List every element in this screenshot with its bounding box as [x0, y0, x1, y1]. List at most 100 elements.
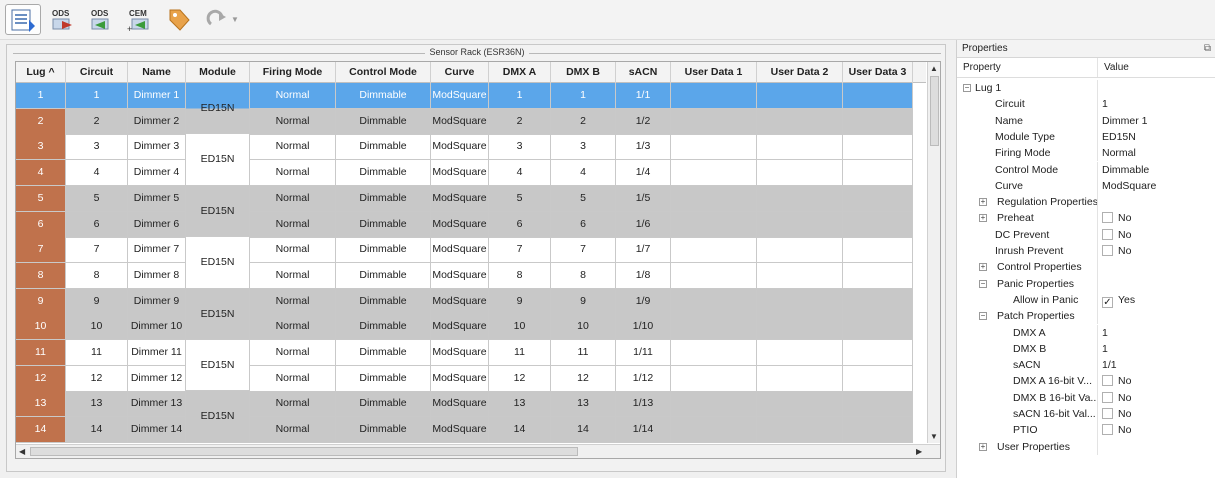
expand-icon[interactable]: +: [979, 214, 987, 223]
user-data-2-cell[interactable]: [757, 417, 843, 443]
column-header-dmx-b[interactable]: DMX B: [551, 62, 616, 83]
control-mode-cell[interactable]: Dimmable: [336, 185, 431, 212]
dmx-a-cell[interactable]: 11: [489, 340, 551, 366]
curve-cell[interactable]: ModSquare: [431, 108, 489, 135]
lug-cell[interactable]: 9: [16, 288, 66, 315]
property-row[interactable]: Firing Mode Normal: [957, 145, 1215, 162]
dmx-a-cell[interactable]: 10: [489, 314, 551, 341]
circuit-cell[interactable]: 12: [66, 365, 128, 392]
firing-mode-cell[interactable]: Normal: [250, 314, 336, 341]
user-data-3-cell[interactable]: [843, 365, 913, 392]
user-data-2-cell[interactable]: [757, 134, 843, 161]
table-row[interactable]: 7 7 Dimmer 7 Normal Dimmable ModSquare 7 7 1/7: [16, 237, 926, 264]
property-value[interactable]: 1: [1098, 96, 1215, 112]
user-data-3-cell[interactable]: [843, 134, 913, 161]
curve-cell[interactable]: ModSquare: [431, 185, 489, 212]
user-data-1-cell[interactable]: [671, 391, 757, 418]
dmx-a-cell[interactable]: 14: [489, 417, 551, 443]
property-row[interactable]: DMX B 1: [957, 340, 1215, 358]
checkbox[interactable]: [1102, 391, 1113, 403]
property-row[interactable]: Name Dimmer 1: [957, 112, 1215, 129]
curve-cell[interactable]: ModSquare: [431, 417, 489, 443]
table-row[interactable]: 6 6 Dimmer 6 Normal Dimmable ModSquare 6 6 1/6: [16, 211, 926, 238]
sacn-cell[interactable]: 1/8: [616, 262, 671, 289]
dmx-a-cell[interactable]: 9: [489, 288, 551, 315]
property-value[interactable]: No: [1098, 210, 1215, 226]
property-value[interactable]: [1098, 276, 1215, 292]
collapse-icon[interactable]: −: [979, 279, 987, 288]
curve-cell[interactable]: ModSquare: [431, 314, 489, 341]
dmx-b-cell[interactable]: 4: [551, 160, 616, 187]
name-cell[interactable]: Dimmer 8: [128, 262, 186, 289]
property-value[interactable]: [1098, 80, 1215, 96]
column-header-firing-mode[interactable]: Firing Mode: [250, 62, 336, 83]
firing-mode-cell[interactable]: Normal: [250, 417, 336, 443]
lug-cell[interactable]: 12: [16, 365, 66, 392]
property-row[interactable]: DMX A 1: [957, 324, 1215, 341]
property-row[interactable]: − Patch Properties: [957, 308, 1215, 325]
property-value[interactable]: [1098, 308, 1215, 324]
property-value[interactable]: [1098, 439, 1215, 455]
sacn-cell[interactable]: 1/14: [616, 417, 671, 443]
property-value[interactable]: [1098, 194, 1215, 210]
name-cell[interactable]: Dimmer 1: [128, 83, 186, 109]
property-value[interactable]: Dimmer 1: [1098, 113, 1215, 129]
circuit-cell[interactable]: 10: [66, 314, 128, 341]
scroll-up-icon[interactable]: ▲: [930, 64, 938, 73]
curve-cell[interactable]: ModSquare: [431, 160, 489, 187]
user-data-3-cell[interactable]: [843, 391, 913, 418]
user-data-2-cell[interactable]: [757, 391, 843, 418]
control-mode-cell[interactable]: Dimmable: [336, 108, 431, 135]
property-value[interactable]: No: [1098, 422, 1215, 438]
property-value[interactable]: ModSquare: [1098, 178, 1215, 194]
user-data-2-cell[interactable]: [757, 262, 843, 289]
dmx-b-cell[interactable]: 9: [551, 288, 616, 315]
lug-cell[interactable]: 2: [16, 108, 66, 135]
sacn-cell[interactable]: 1/1: [616, 83, 671, 109]
scroll-down-icon[interactable]: ▼: [930, 432, 938, 441]
firing-mode-cell[interactable]: Normal: [250, 237, 336, 264]
firing-mode-cell[interactable]: Normal: [250, 391, 336, 418]
sacn-cell[interactable]: 1/2: [616, 108, 671, 135]
curve-cell[interactable]: ModSquare: [431, 237, 489, 264]
lug-cell[interactable]: 1: [16, 83, 66, 109]
module-cell[interactable]: ED15N: [186, 185, 250, 238]
property-row[interactable]: DMX B 16-bit Va... No: [957, 389, 1215, 406]
dmx-b-cell[interactable]: 8: [551, 262, 616, 289]
column-header-sacn[interactable]: sACN: [616, 62, 671, 83]
checkbox[interactable]: [1102, 245, 1113, 256]
property-value[interactable]: [1098, 259, 1215, 275]
column-header-user-data-2[interactable]: User Data 2: [757, 62, 843, 83]
tag-button[interactable]: [160, 4, 196, 35]
user-data-3-cell[interactable]: [843, 108, 913, 135]
firing-mode-cell[interactable]: Normal: [250, 83, 336, 109]
table-row[interactable]: 13 13 Dimmer 13 Normal Dimmable ModSquare 13 13…: [16, 391, 926, 418]
dmx-a-cell[interactable]: 6: [489, 211, 551, 238]
circuit-cell[interactable]: 2: [66, 108, 128, 135]
name-cell[interactable]: Dimmer 9: [128, 288, 186, 315]
circuit-cell[interactable]: 11: [66, 340, 128, 366]
firing-mode-cell[interactable]: Normal: [250, 288, 336, 315]
control-mode-cell[interactable]: Dimmable: [336, 391, 431, 418]
rack-view-button[interactable]: [5, 4, 41, 35]
column-header-name[interactable]: Name: [128, 62, 186, 83]
control-mode-cell[interactable]: Dimmable: [336, 340, 431, 366]
user-data-3-cell[interactable]: [843, 185, 913, 212]
property-row[interactable]: Circuit 1: [957, 96, 1215, 113]
checkbox[interactable]: [1102, 228, 1113, 240]
firing-mode-cell[interactable]: Normal: [250, 160, 336, 187]
control-mode-cell[interactable]: Dimmable: [336, 314, 431, 341]
dmx-b-cell[interactable]: 3: [551, 134, 616, 161]
scroll-left-icon[interactable]: ◀: [19, 447, 25, 456]
user-data-3-cell[interactable]: [843, 262, 913, 289]
control-mode-cell[interactable]: Dimmable: [336, 160, 431, 187]
table-row[interactable]: 1 1 Dimmer 1 Normal Dimmable ModSquare 1 1 1/1: [16, 83, 926, 109]
lug-cell[interactable]: 7: [16, 237, 66, 264]
property-value[interactable]: Dimmable: [1098, 162, 1215, 178]
redo-button[interactable]: ▼: [198, 4, 246, 35]
curve-cell[interactable]: ModSquare: [431, 211, 489, 238]
user-data-2-cell[interactable]: [757, 211, 843, 238]
user-data-1-cell[interactable]: [671, 211, 757, 238]
checkbox[interactable]: [1102, 212, 1113, 224]
name-cell[interactable]: Dimmer 3: [128, 134, 186, 161]
